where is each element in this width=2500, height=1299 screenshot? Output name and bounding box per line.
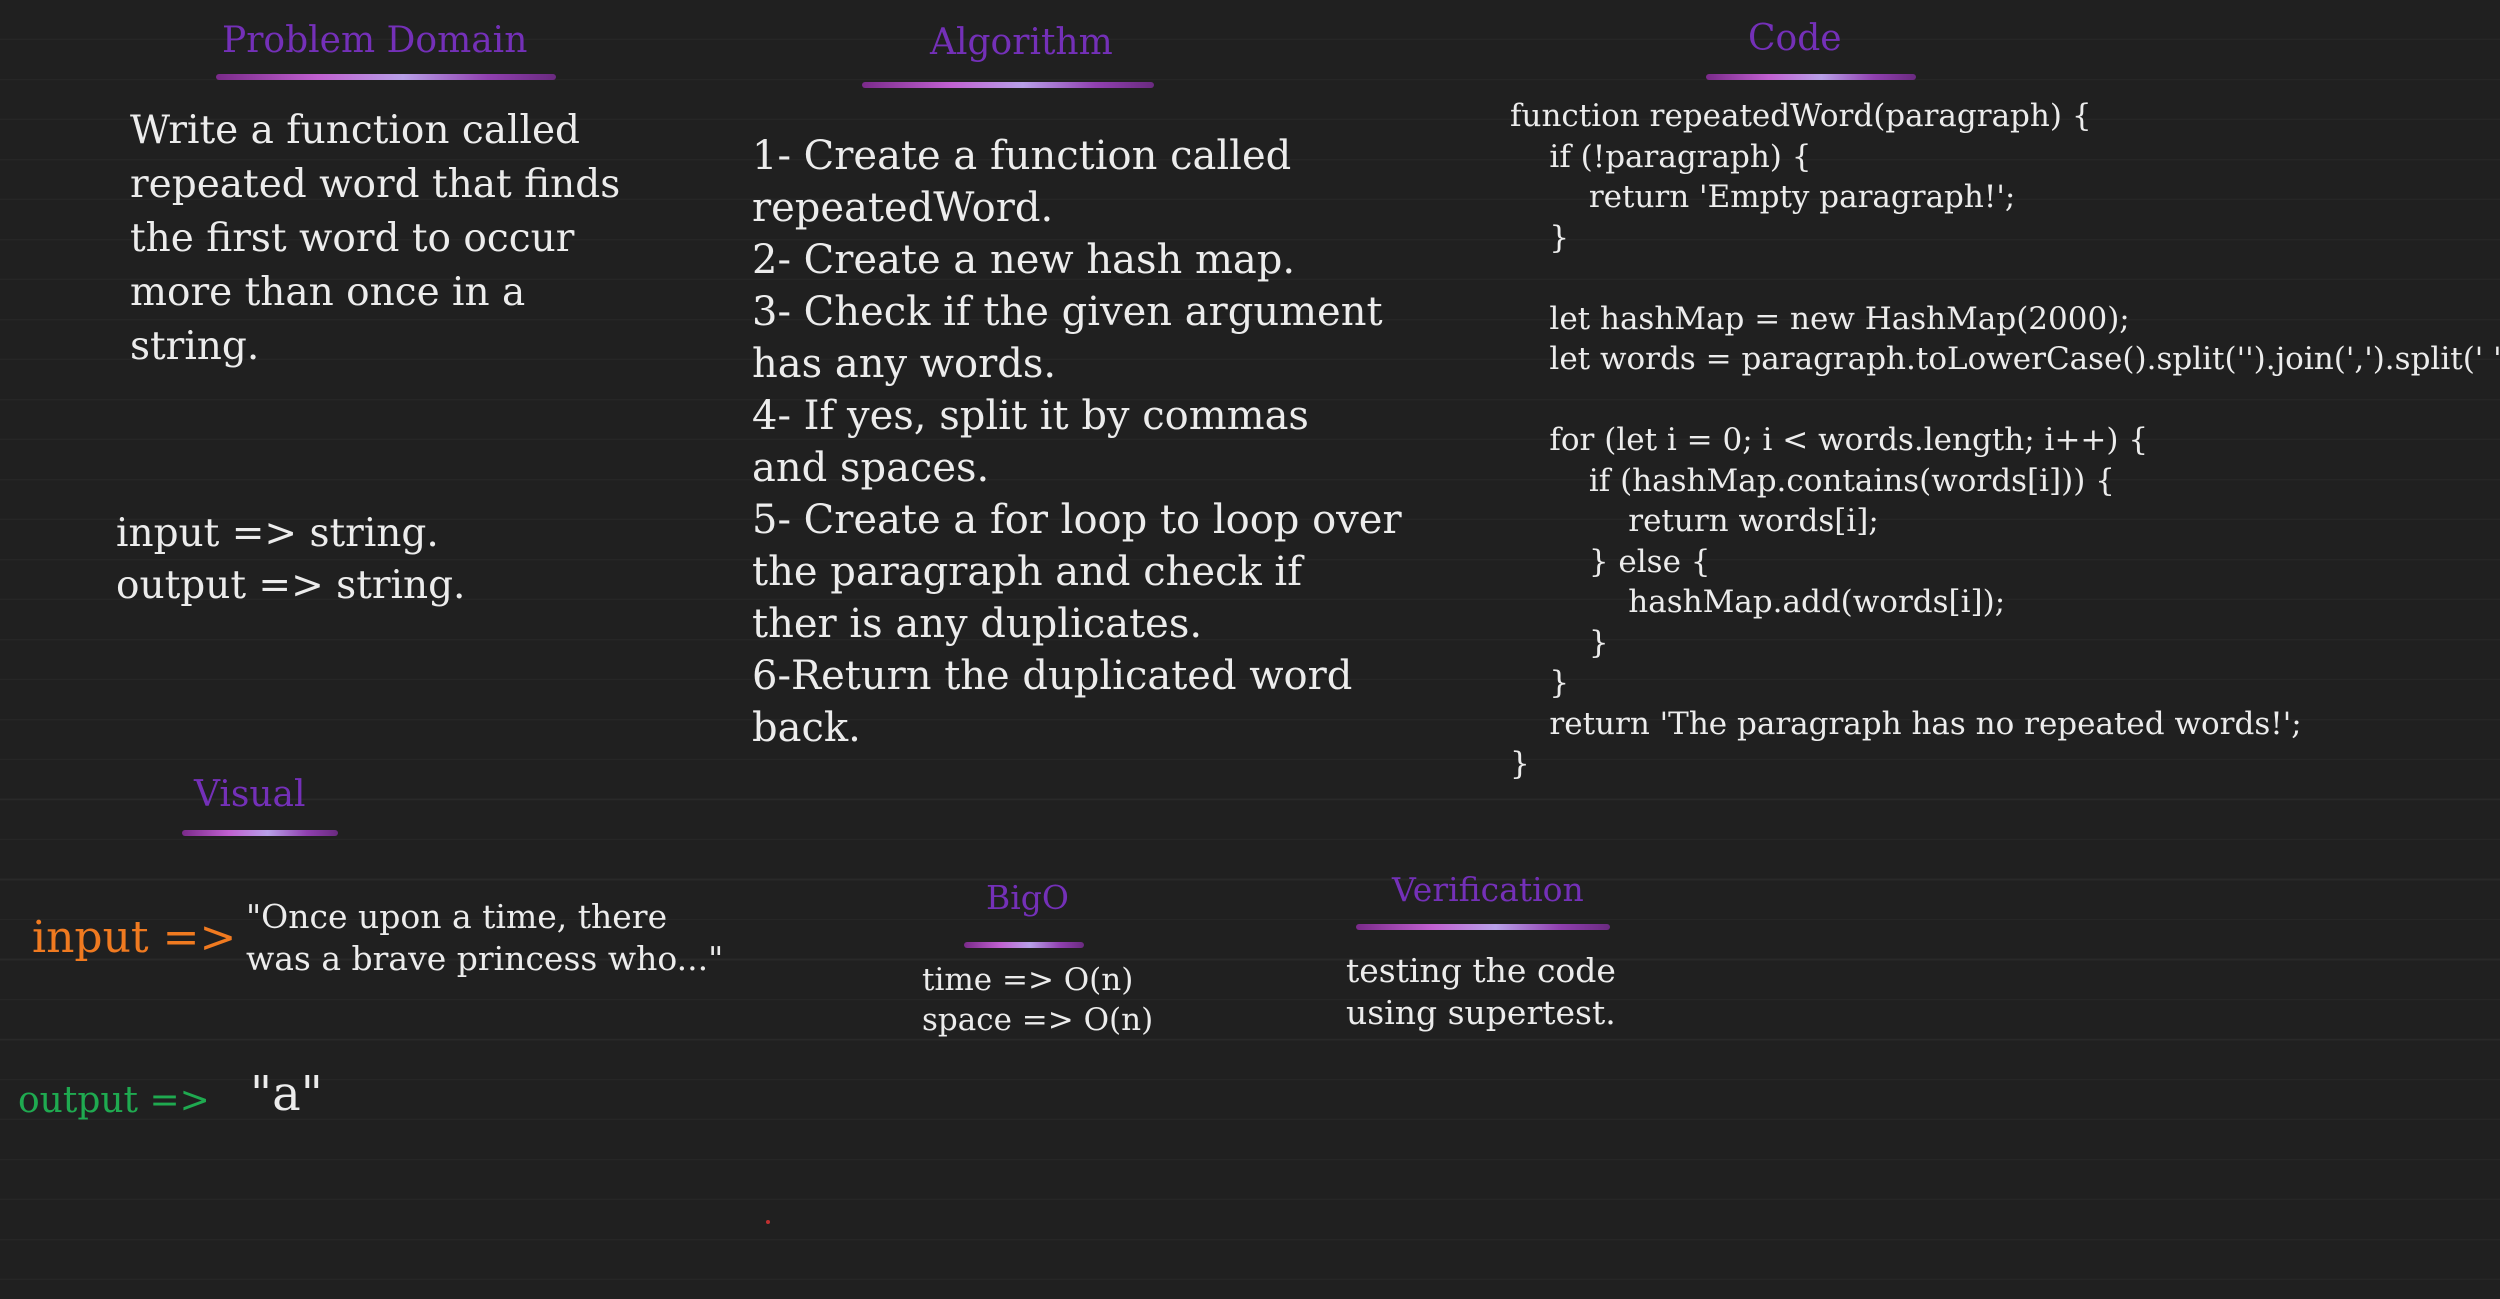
code-underline — [1706, 74, 1916, 80]
code-listing: function repeatedWord(paragraph) { if (!… — [1510, 98, 2500, 782]
visual-underline — [182, 830, 338, 836]
verification-text: testing the code using supertest. — [1346, 951, 1616, 1032]
visual-input-label: input => — [32, 912, 237, 963]
code-heading: Code — [1748, 18, 1842, 59]
stray-dot — [766, 1220, 770, 1224]
bigo-text: time => O(n) space => O(n) — [922, 962, 1154, 1038]
visual-output-label: output => — [18, 1080, 210, 1121]
problem-domain-underline — [216, 74, 556, 80]
verification-heading: Verification — [1392, 870, 1584, 909]
algorithm-steps: 1- Create a function called repeatedWord… — [752, 133, 1402, 751]
input-output-types: input => string. output => string. — [116, 511, 466, 608]
problem-description: Write a function called repeated word th… — [130, 108, 621, 369]
visual-output-text: "a" — [250, 1066, 323, 1122]
algorithm-heading: Algorithm — [930, 22, 1113, 63]
bigo-underline — [964, 942, 1084, 948]
bigo-heading: BigO — [986, 878, 1069, 917]
verification-underline — [1356, 924, 1610, 930]
problem-domain-heading: Problem Domain — [222, 20, 528, 61]
algorithm-underline — [862, 82, 1154, 88]
visual-heading: Visual — [194, 774, 306, 815]
visual-input-text: "Once upon a time, there was a brave pri… — [246, 897, 724, 978]
